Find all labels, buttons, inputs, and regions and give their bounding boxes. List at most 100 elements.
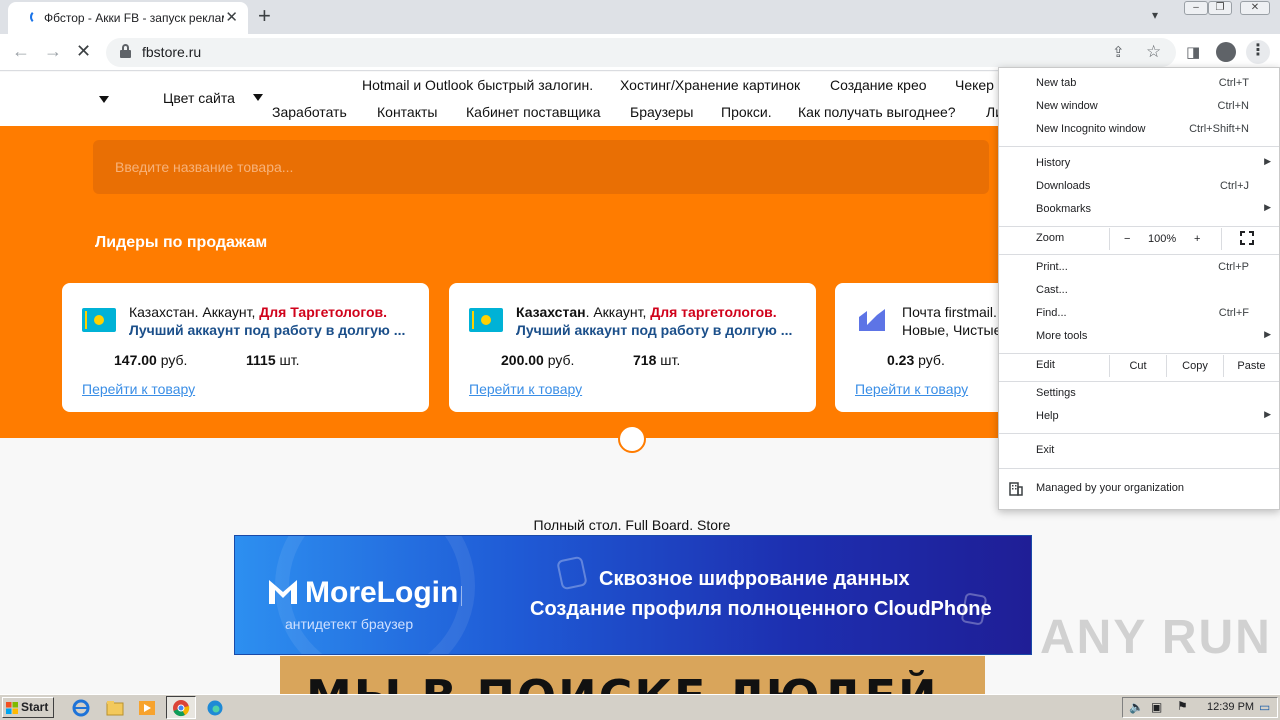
- nav-link-supplier[interactable]: Кабинет поставщика: [466, 104, 601, 120]
- edge-icon[interactable]: [204, 698, 226, 718]
- poster-text: МЫ В ПОИСКЕ ЛЮДЕЙ: [306, 670, 939, 696]
- internet-explorer-icon[interactable]: [70, 698, 92, 718]
- go-to-product-link[interactable]: Перейти к товару: [82, 381, 195, 397]
- submenu-arrow-icon: ▶: [1264, 202, 1271, 212]
- anyrun-watermark: ANY RUN: [1040, 611, 1272, 664]
- product-search-input[interactable]: [93, 140, 989, 194]
- share-icon[interactable]: ⇪: [1112, 43, 1125, 61]
- product-search: [93, 140, 989, 194]
- banner-brand: MoreLogin: [305, 576, 459, 609]
- volume-icon[interactable]: 🔈: [1129, 700, 1144, 714]
- dropdown-caret-icon[interactable]: [99, 96, 109, 103]
- side-panel-icon[interactable]: ◨: [1186, 43, 1200, 61]
- network-icon[interactable]: ▣: [1151, 700, 1162, 714]
- zoom-in-button[interactable]: +: [1194, 228, 1200, 250]
- submenu-arrow-icon: ▶: [1264, 329, 1271, 339]
- edit-paste-button[interactable]: Paste: [1223, 355, 1279, 377]
- go-to-product-link[interactable]: Перейти к товару: [855, 381, 968, 397]
- kazakhstan-flag-icon: [469, 308, 503, 332]
- url-text[interactable]: fbstore.ru: [142, 44, 201, 60]
- nav-link-proxy[interactable]: Прокси.: [721, 104, 772, 120]
- menu-item-help[interactable]: Help ▶: [999, 406, 1279, 428]
- minimize-button[interactable]: –: [1184, 1, 1208, 15]
- nav-link-hotmail[interactable]: Hotmail и Outlook быстрый залогин.: [362, 77, 593, 93]
- media-player-icon[interactable]: [136, 698, 158, 718]
- menu-item-history[interactable]: History ▶: [999, 153, 1279, 175]
- hiring-poster[interactable]: МЫ В ПОИСКЕ ЛЮДЕЙ: [280, 656, 985, 696]
- site-color-caret-icon[interactable]: [253, 94, 263, 101]
- card-price: 147.00 руб.: [114, 352, 188, 368]
- menu-item-new-tab[interactable]: New tab Ctrl+T: [999, 73, 1279, 95]
- nav-link-checker[interactable]: Чекер: [955, 77, 994, 93]
- site-color-label[interactable]: Цвет сайта: [163, 90, 235, 106]
- go-to-product-link[interactable]: Перейти к товару: [469, 381, 582, 397]
- tab-search-chevron-icon[interactable]: ▾: [1152, 8, 1158, 22]
- tab-close-icon[interactable]: ✕: [225, 8, 238, 26]
- card-title[interactable]: Казахстан. Аккаунт, Для таргетологов.: [516, 304, 777, 320]
- card-subtitle[interactable]: Лучший аккаунт под работу в долгую ...: [129, 322, 409, 338]
- chrome-menu-icon[interactable]: ⋮: [1246, 40, 1270, 64]
- product-card: Казахстан. Аккаунт, Для Таргетологов. Лу…: [62, 283, 429, 412]
- nav-link-contacts[interactable]: Контакты: [377, 104, 437, 120]
- nav-link-earn[interactable]: Заработать: [272, 104, 347, 120]
- menu-item-downloads[interactable]: Downloads Ctrl+J: [999, 176, 1279, 198]
- zoom-out-button[interactable]: −: [1124, 228, 1130, 250]
- edit-cut-button[interactable]: Cut: [1109, 355, 1166, 377]
- card-quantity: 1115 шт.: [246, 352, 300, 368]
- zoom-level: 100%: [1148, 233, 1177, 245]
- card-price: 0.23 руб.: [887, 352, 945, 368]
- tab-strip: Фбстор - Акки FB - запуск реклам ✕ + ▾ –…: [0, 0, 1280, 34]
- submenu-arrow-icon: ▶: [1264, 156, 1271, 166]
- chrome-taskbar-button[interactable]: [166, 696, 196, 719]
- menu-item-more-tools[interactable]: More tools ▶: [999, 326, 1279, 348]
- tab-title: Фбстор - Акки FB - запуск реклам: [44, 11, 224, 25]
- lock-icon[interactable]: [120, 44, 131, 58]
- card-title[interactable]: Казахстан. Аккаунт, Для Таргетологов.: [129, 304, 387, 320]
- nav-link-creo[interactable]: Создание крео: [830, 77, 927, 93]
- loading-spinner-icon: [30, 10, 44, 24]
- restore-button[interactable]: ❐: [1208, 1, 1232, 15]
- nav-link-profit[interactable]: Как получать выгоднее?: [798, 104, 956, 120]
- stop-loading-icon[interactable]: ✕: [76, 41, 91, 62]
- file-explorer-icon[interactable]: [104, 698, 126, 718]
- profile-avatar-icon[interactable]: [1216, 42, 1236, 62]
- show-desktop-icon[interactable]: ▭: [1259, 700, 1270, 714]
- back-arrow-icon[interactable]: ←: [12, 41, 30, 62]
- menu-item-find[interactable]: Find... Ctrl+F: [999, 303, 1279, 325]
- firstmail-logo-icon: [859, 309, 885, 331]
- menu-item-print[interactable]: Print... Ctrl+P: [999, 257, 1279, 279]
- browser-tab[interactable]: Фбстор - Акки FB - запуск реклам ✕: [8, 2, 248, 34]
- carousel-dot[interactable]: [618, 425, 646, 453]
- flag-icon[interactable]: ⚑: [1177, 699, 1188, 713]
- chrome-icon: [173, 700, 190, 717]
- system-tray: 🔈 ▣ ⚑ 12:39 PM ▭: [1122, 697, 1278, 718]
- banner-separator: [461, 586, 462, 606]
- menu-item-incognito[interactable]: New Incognito window Ctrl+Shift+N: [999, 119, 1279, 141]
- menu-item-bookmarks[interactable]: Bookmarks ▶: [999, 199, 1279, 221]
- menu-row-zoom: Zoom − 100% +: [999, 228, 1279, 250]
- card-price: 200.00 руб.: [501, 352, 575, 368]
- start-label: Start: [21, 700, 49, 714]
- bookmark-star-icon[interactable]: ☆: [1146, 42, 1161, 62]
- start-button[interactable]: Start: [2, 697, 54, 718]
- menu-row-edit: Edit Cut Copy Paste: [999, 355, 1279, 377]
- card-subtitle[interactable]: Лучший аккаунт под работу в долгую ...: [516, 322, 796, 338]
- address-bar[interactable]: fbstore.ru ⇪ ☆: [106, 38, 1176, 67]
- menu-item-cast[interactable]: Cast...: [999, 280, 1279, 302]
- nav-link-hosting[interactable]: Хостинг/Хранение картинок: [620, 77, 800, 93]
- nav-link-browsers[interactable]: Браузеры: [630, 104, 694, 120]
- menu-item-new-window[interactable]: New window Ctrl+N: [999, 96, 1279, 118]
- menu-item-exit[interactable]: Exit: [999, 440, 1279, 462]
- morelogin-banner[interactable]: MoreLogin антидетект браузер Сквозное ши…: [234, 535, 1032, 655]
- menu-item-managed[interactable]: Managed by your organization: [999, 478, 1279, 500]
- padlock-icon: [556, 555, 588, 591]
- fullscreen-icon[interactable]: [1240, 231, 1254, 245]
- window-close-button[interactable]: ✕: [1240, 1, 1270, 15]
- edit-copy-button[interactable]: Copy: [1166, 355, 1223, 377]
- new-tab-button[interactable]: +: [258, 3, 271, 29]
- board-caption: Полный стол. Full Board. Store: [533, 517, 731, 533]
- card-title[interactable]: Почта firstmail.: [902, 304, 997, 320]
- forward-arrow-icon[interactable]: →: [44, 41, 62, 62]
- menu-item-settings[interactable]: Settings: [999, 383, 1279, 405]
- submenu-arrow-icon: ▶: [1264, 409, 1271, 419]
